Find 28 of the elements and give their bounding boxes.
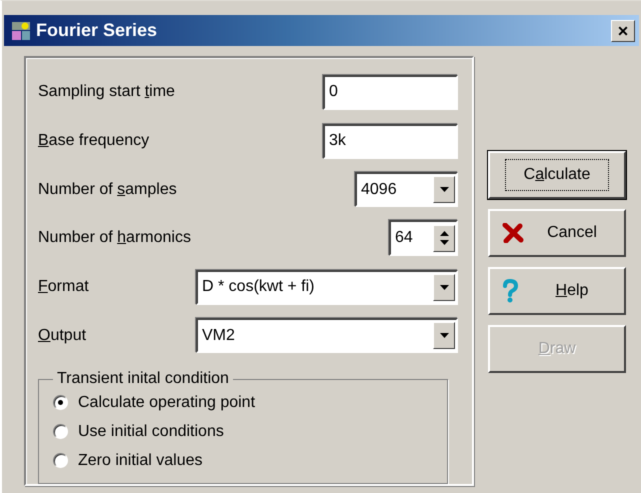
dropdown[interactable]: VM2 <box>196 318 458 354</box>
text-field[interactable]: 0 <box>323 74 458 110</box>
group-title: Transient inital condition <box>56 370 230 388</box>
field-label: Sampling start time <box>38 83 175 102</box>
dialog-button[interactable]: Help <box>488 267 626 315</box>
window-title: Fourier Series <box>36 20 158 41</box>
radio-button[interactable] <box>53 424 68 440</box>
radio-button[interactable] <box>53 395 68 410</box>
radio-label: Calculate operating point <box>78 394 256 412</box>
radio-label: Zero initial values <box>78 452 202 470</box>
app-icon <box>12 22 30 40</box>
spinner-arrows-icon <box>433 224 455 252</box>
dropdown[interactable]: D * cos(kwt + fi) <box>196 270 458 305</box>
cross-icon <box>502 223 524 243</box>
dropdown[interactable]: 4096 <box>355 172 458 208</box>
radio-button[interactable] <box>53 453 68 468</box>
spin-field[interactable]: 64 <box>389 220 458 256</box>
text-field[interactable]: 3k <box>323 124 458 158</box>
close-button[interactable]: × <box>611 20 635 42</box>
field-label: Number of samples <box>38 180 177 199</box>
dialog-button[interactable]: Cancel <box>488 209 626 257</box>
question-mark-icon <box>502 279 518 303</box>
field-label: Output <box>38 326 86 345</box>
field-label: Number of harmonics <box>38 229 191 248</box>
field-label: Base frequency <box>38 132 150 150</box>
field-label: Format <box>38 278 89 296</box>
dialog-button[interactable]: Calculate <box>488 151 626 199</box>
radio-label: Use initial conditions <box>78 422 224 441</box>
